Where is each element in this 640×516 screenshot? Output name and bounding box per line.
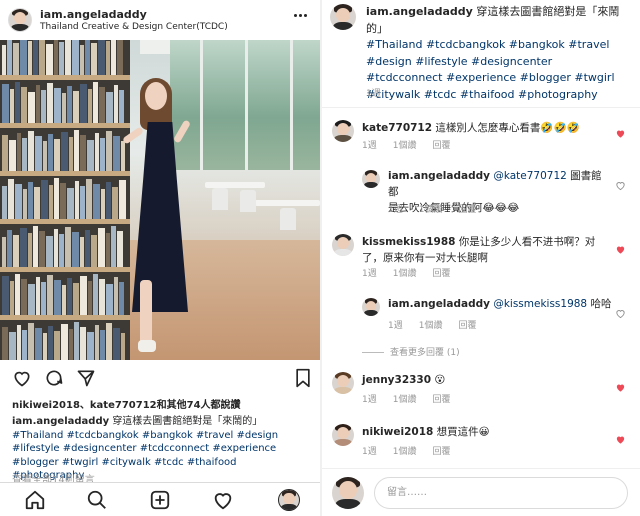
caption-username[interactable]: iam.angeladaddy <box>366 5 473 18</box>
comment-likes[interactable]: 1個讚 <box>419 205 443 215</box>
heart-icon[interactable] <box>12 368 32 388</box>
post-actions <box>0 362 320 392</box>
comment-heart-icon[interactable] <box>615 128 626 139</box>
reply-button[interactable]: 回覆 <box>432 141 450 151</box>
caption-full: iam.angeladaddy 穿這樣去圖書館絕對是「來鬧的」 #Thailan… <box>366 4 630 103</box>
caption-avatar[interactable] <box>330 4 356 30</box>
comment-time: 1週 <box>362 447 377 457</box>
comment-avatar[interactable] <box>332 120 354 142</box>
comment-username[interactable]: iam.angeladaddy <box>388 298 490 310</box>
comment-text: 想買這件😀 <box>436 426 490 438</box>
comment-heart-icon[interactable] <box>615 244 626 255</box>
home-icon[interactable] <box>24 489 46 511</box>
bottom-tab-bar <box>0 482 320 516</box>
comment-username[interactable]: kissmekiss1988 <box>362 236 455 248</box>
comment-avatar[interactable] <box>362 170 380 188</box>
caption-block: iam.angeladaddy 穿這樣去圖書館絕對是「來鬧的」 #Thailan… <box>322 0 640 108</box>
comment-mention[interactable]: @kate770712 <box>493 170 567 182</box>
caption-time: 1週 <box>366 89 381 99</box>
view-more-replies-label[interactable]: 查看更多回覆 (1) <box>390 348 460 358</box>
hashtag-line[interactable]: #tcdcconnect #experience #blogger #twgir… <box>366 71 615 84</box>
reply-button[interactable]: 回覆 <box>458 205 476 215</box>
comment-heart-icon[interactable] <box>615 382 626 393</box>
comment-text: 你是让多少人看不进书啊？对 <box>458 236 596 248</box>
likes-count[interactable]: nikiwei2018、kate770712和其他74人都說讚 <box>12 396 241 411</box>
post-username[interactable]: iam.angeladaddy <box>40 8 147 21</box>
bookmark-icon[interactable] <box>294 368 312 388</box>
post-header: iam.angeladaddy Thailand Creative & Desi… <box>0 0 320 40</box>
comment-heart-icon[interactable] <box>615 434 626 445</box>
comment-avatar[interactable] <box>362 298 380 316</box>
hashtag-link[interactable]: #tcdc <box>154 457 184 468</box>
comment-likes[interactable]: 1個讚 <box>393 395 417 405</box>
comment-icon[interactable] <box>44 368 64 388</box>
post-avatar[interactable] <box>8 8 32 32</box>
comment-input[interactable]: 留言…… <box>374 477 628 509</box>
caption-username[interactable]: iam.angeladaddy <box>12 416 109 427</box>
hashtag-link[interactable]: #design <box>237 430 279 441</box>
hashtag-link[interactable]: #travel <box>196 430 233 441</box>
comment-time: 1週 <box>362 269 377 279</box>
comment-avatar[interactable] <box>332 424 354 446</box>
hashtag-link[interactable]: #bangkok <box>142 430 193 441</box>
reply-button[interactable]: 回覆 <box>432 395 450 405</box>
comment-likes[interactable]: 1個讚 <box>393 141 417 151</box>
comment-likes[interactable]: 1個讚 <box>419 321 443 331</box>
profile-tab-avatar[interactable] <box>278 489 300 511</box>
comment-text: 了，原来你有一对大长腿啊 <box>362 252 488 264</box>
comment-mention[interactable]: @kissmekiss1988 <box>493 298 587 310</box>
comment-username[interactable]: jenny32330 <box>362 374 431 386</box>
comment-username[interactable]: kate770712 <box>362 122 432 134</box>
hashtag-link[interactable]: #tcdcbangkok <box>67 430 139 441</box>
comment-time: 1週 <box>388 321 403 331</box>
comment-text: 哈哈 <box>590 298 612 310</box>
post-location[interactable]: Thailand Creative & Design Center(TCDC) <box>40 22 228 32</box>
hashtag-link[interactable]: #Thailand <box>12 430 63 441</box>
activity-heart-icon[interactable] <box>212 489 234 511</box>
more-dots-icon[interactable] <box>294 14 308 18</box>
comments-pane: iam.angeladaddy 穿這樣去圖書館絕對是「來鬧的」 #Thailan… <box>322 0 640 516</box>
send-icon[interactable] <box>76 368 96 388</box>
comment-likes[interactable]: 1個讚 <box>393 447 417 457</box>
comment-likes[interactable]: 1個讚 <box>393 269 417 279</box>
hashtag-link[interactable]: #lifestyle <box>12 443 60 454</box>
comment-time: 1週 <box>388 205 403 215</box>
comment-time: 1週 <box>362 395 377 405</box>
hashtag-line[interactable]: #design #lifestyle #designcenter <box>366 55 552 68</box>
search-icon[interactable] <box>86 489 108 511</box>
comment-time: 1週 <box>362 141 377 151</box>
input-avatar <box>332 477 364 509</box>
hashtag-link[interactable]: #experience <box>212 443 276 454</box>
reply-button[interactable]: 回覆 <box>432 269 450 279</box>
hashtag-link[interactable]: #designcenter <box>63 443 137 454</box>
comment-avatar[interactable] <box>332 234 354 256</box>
reply-button[interactable]: 回覆 <box>458 321 476 331</box>
comment-username[interactable]: iam.angeladaddy <box>388 170 490 182</box>
comment-heart-icon[interactable] <box>615 180 626 191</box>
hashtag-line[interactable]: #citywalk #tcdc #thaifood #photography <box>366 88 598 101</box>
hashtag-link[interactable]: #blogger <box>12 457 59 468</box>
comment-input-bar: 留言…… <box>322 468 640 516</box>
reply-button[interactable]: 回覆 <box>432 447 450 457</box>
comment-avatar[interactable] <box>332 372 354 394</box>
hashtag-link[interactable]: #tcdcconnect <box>140 443 210 454</box>
post-photo[interactable] <box>0 40 320 360</box>
view-more-replies[interactable]: 查看更多回覆 (1) <box>362 345 460 358</box>
hashtag-line[interactable]: #Thailand #tcdcbangkok #bangkok #travel <box>366 38 609 51</box>
hashtag-link[interactable]: #thaifood <box>187 457 237 468</box>
comment-text: 這樣別人怎麼專心看書🤣🤣🤣 <box>435 122 580 134</box>
comment-heart-icon[interactable] <box>615 308 626 319</box>
add-post-icon[interactable] <box>149 489 171 511</box>
comment-username[interactable]: nikiwei2018 <box>362 426 433 438</box>
hashtag-link[interactable]: #twgirl <box>62 457 99 468</box>
caption-text: 穿這樣去圖書館絕對是「來鬧的」 <box>112 416 263 427</box>
hashtag-link[interactable]: #citywalk <box>101 457 150 468</box>
comment-text: 😮 <box>434 374 446 386</box>
post-pane: iam.angeladaddy Thailand Creative & Desi… <box>0 0 320 516</box>
